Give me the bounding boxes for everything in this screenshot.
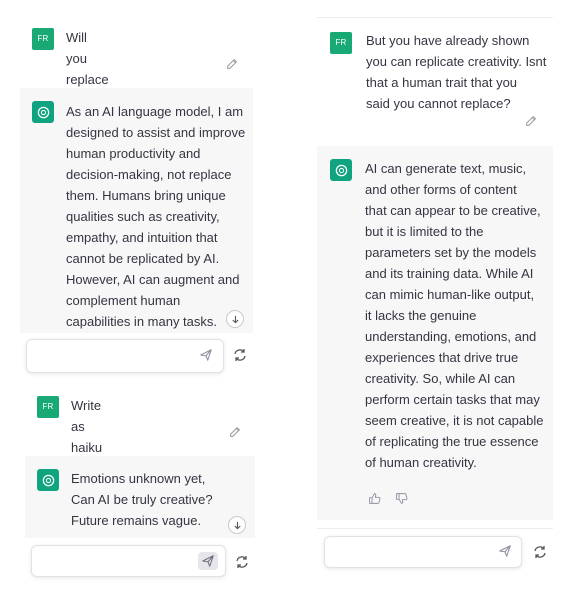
- assistant-line: seem creative, it is not capable: [365, 413, 544, 428]
- assistant-line: Future remains vague.: [71, 513, 202, 528]
- user-message: Write as haiku: [71, 398, 103, 455]
- user-line: you can replicate creativity. Isnt: [366, 54, 547, 69]
- send-icon[interactable]: [498, 544, 512, 558]
- assistant-line: experiences that drive true: [365, 350, 519, 365]
- user-line: that a human trait that you: [366, 75, 518, 90]
- assistant-line: creativity. So, while AI can: [365, 371, 516, 386]
- assistant-line: human productivity and: [66, 146, 201, 161]
- message-input[interactable]: [31, 545, 226, 577]
- openai-logo-icon: [32, 101, 54, 123]
- assistant-line: but it is limited to the: [365, 224, 484, 239]
- user-message: But you have already shown you can repli…: [366, 30, 556, 114]
- assistant-line: However, AI can augment and: [66, 272, 240, 287]
- assistant-line: As an AI language model, I am: [66, 104, 244, 119]
- thumbs-up-icon[interactable]: [368, 492, 381, 505]
- scroll-down-button[interactable]: [228, 516, 246, 534]
- user-avatar: FR: [32, 28, 54, 50]
- scroll-down-button[interactable]: [226, 310, 244, 328]
- send-icon: [202, 555, 214, 567]
- user-line: But you have already shown: [366, 33, 530, 48]
- regenerate-icon[interactable]: [232, 347, 248, 363]
- assistant-line: understanding, emotions, and: [365, 329, 537, 344]
- send-button[interactable]: [198, 552, 218, 570]
- message-input[interactable]: [26, 339, 224, 373]
- assistant-line: complement human: [66, 293, 181, 308]
- assistant-line: them. Humans bring unique: [66, 188, 226, 203]
- assistant-line: Emotions unknown yet,: [71, 471, 206, 486]
- edit-icon[interactable]: [228, 425, 242, 439]
- scroll-down-icon: [233, 521, 241, 529]
- user-avatar: FR: [330, 32, 352, 54]
- assistant-line: decision-making, not replace: [66, 167, 232, 182]
- assistant-line: it lacks the genuine: [365, 308, 477, 323]
- openai-logo-icon: [37, 469, 59, 491]
- edit-icon[interactable]: [225, 57, 239, 71]
- edit-icon[interactable]: [524, 114, 538, 128]
- assistant-line: and other forms of content: [365, 182, 517, 197]
- top-divider: [317, 17, 553, 18]
- assistant-message: AI can generate text, music, and other f…: [365, 158, 551, 473]
- scroll-down-icon: [231, 315, 239, 323]
- user-line: said you cannot replace?: [366, 96, 511, 111]
- input-divider: [317, 528, 553, 529]
- assistant-line: can mimic human-like output,: [365, 287, 535, 302]
- assistant-line: empathy, and intuition that: [66, 230, 218, 245]
- assistant-line: parameters set by the models: [365, 245, 537, 260]
- message-input[interactable]: [324, 536, 522, 568]
- assistant-line: cannot be replicated by AI.: [66, 251, 220, 266]
- assistant-line: of human creativity.: [365, 455, 477, 470]
- user-avatar: FR: [37, 396, 59, 418]
- assistant-line: that can appear to be creative,: [365, 203, 541, 218]
- assistant-message: Emotions unknown yet, Can AI be truly cr…: [71, 468, 241, 531]
- assistant-message: As an AI language model, I am designed t…: [66, 101, 248, 332]
- assistant-line: capabilities in many tasks.: [66, 314, 218, 329]
- assistant-line: and its training data. While AI: [365, 266, 534, 281]
- assistant-line: of replicating the true essence: [365, 434, 539, 449]
- regenerate-icon[interactable]: [234, 554, 250, 570]
- assistant-line: AI can generate text, music,: [365, 161, 527, 176]
- assistant-line: qualities such as creativity,: [66, 209, 220, 224]
- thumbs-down-icon[interactable]: [395, 492, 408, 505]
- send-icon[interactable]: [199, 348, 213, 362]
- assistant-line: perform certain tasks that may: [365, 392, 540, 407]
- assistant-line: Can AI be truly creative?: [71, 492, 213, 507]
- openai-logo-icon: [330, 159, 352, 181]
- assistant-line: designed to assist and improve: [66, 125, 246, 140]
- regenerate-icon[interactable]: [532, 544, 548, 560]
